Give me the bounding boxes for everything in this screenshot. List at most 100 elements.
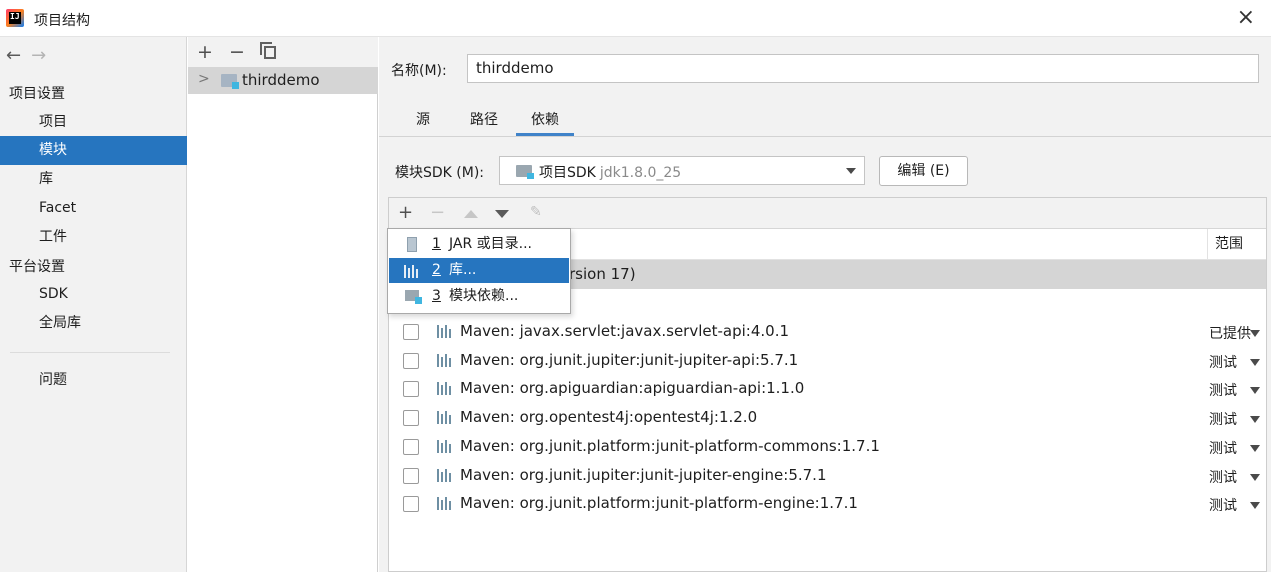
nav-item-sdks[interactable]: SDK <box>0 280 187 309</box>
sdk-folder-icon <box>516 165 534 179</box>
dependency-name: Maven: org.junit.jupiter:junit-jupiter-a… <box>460 350 799 369</box>
module-icon <box>405 290 422 304</box>
edit-sdk-button[interactable]: 编辑 (E) <box>879 156 968 186</box>
dependency-name: Maven: org.opentest4j:opentest4j:1.2.0 <box>460 408 758 427</box>
table-row[interactable]: Maven: org.junit.platform:junit-platform… <box>389 490 1266 518</box>
copy-icon[interactable] <box>260 42 276 59</box>
dependency-name: Maven: org.apiguardian:apiguardian-api:1… <box>460 379 805 398</box>
module-sdk-dropdown[interactable]: 项目SDK jdk1.8.0_25 <box>499 156 865 185</box>
nav-item-global-libraries[interactable]: 全局库 <box>0 309 187 338</box>
table-row[interactable]: Maven: org.junit.jupiter:junit-jupiter-a… <box>389 347 1266 375</box>
chevron-down-icon[interactable] <box>1250 387 1260 395</box>
library-icon <box>437 468 453 482</box>
chevron-down-icon[interactable] <box>1250 330 1260 337</box>
forward-arrow-icon[interactable]: → <box>31 45 46 66</box>
nav-item-facets[interactable]: Facet <box>0 194 187 223</box>
chevron-down-icon[interactable] <box>1250 416 1260 424</box>
name-label: 名称(M): <box>391 63 447 79</box>
nav-item-libraries[interactable]: 库 <box>0 165 187 194</box>
library-icon <box>404 264 420 278</box>
dependency-name: Maven: javax.servlet:javax.servlet-api:4… <box>460 322 790 340</box>
dependency-scope[interactable]: 已提供 <box>1209 323 1251 343</box>
close-icon[interactable]: × <box>1237 6 1255 30</box>
dependency-name: Maven: org.junit.platform:junit-platform… <box>460 494 858 513</box>
nav-section-platform-settings: 平台设置 <box>9 259 65 275</box>
export-checkbox[interactable] <box>403 324 419 340</box>
library-icon <box>437 353 453 367</box>
table-row[interactable]: Maven: org.junit.platform:junit-platform… <box>389 433 1266 461</box>
dependency-scope[interactable]: 测试 <box>1209 467 1237 487</box>
dependency-scope[interactable]: 测试 <box>1209 380 1237 400</box>
module-sdk-label: 模块SDK (M): <box>395 165 485 181</box>
module-tree-item[interactable]: > thirddemo <box>188 67 378 94</box>
chevron-down-icon[interactable] <box>1250 502 1260 510</box>
dependency-scope[interactable]: 测试 <box>1209 409 1237 429</box>
module-name-input[interactable]: thirddemo <box>467 54 1259 83</box>
popup-item-number: 2 <box>432 262 441 278</box>
add-dependency-icon[interactable]: + <box>398 202 413 224</box>
remove-icon[interactable]: − <box>229 41 245 63</box>
table-row[interactable]: Maven: org.junit.jupiter:junit-jupiter-e… <box>389 462 1266 490</box>
nav-item-modules[interactable]: 模块 <box>0 136 187 165</box>
library-icon <box>437 410 453 425</box>
dependency-scope[interactable]: 测试 <box>1209 438 1237 458</box>
popup-item-label: JAR 或目录... <box>449 236 532 252</box>
move-down-icon[interactable] <box>495 210 509 218</box>
jar-icon <box>407 237 417 252</box>
nav-section-project-settings: 项目设置 <box>9 86 65 102</box>
nav-item-problems[interactable]: 问题 <box>0 366 187 395</box>
title-bar: IJ 项目结构 × <box>0 0 1271 37</box>
history-nav: ← → <box>6 45 46 66</box>
export-checkbox[interactable] <box>403 467 419 484</box>
table-row[interactable]: Maven: javax.servlet:javax.servlet-api:4… <box>389 318 1266 346</box>
library-icon <box>437 324 453 338</box>
popup-item-module-dependency[interactable]: 3 模块依赖... <box>389 284 569 309</box>
add-icon[interactable]: + <box>197 41 213 63</box>
settings-nav: ← → 项目设置 项目 模块 库 Facet 工件 平台设置 SDK 全局库 问题 <box>0 37 187 572</box>
export-checkbox[interactable] <box>403 438 419 455</box>
chevron-right-icon[interactable]: > <box>198 71 210 87</box>
add-dependency-popup: 1 JAR 或目录... 2 库... 3 模块依赖... <box>387 228 571 314</box>
nav-item-artifacts[interactable]: 工件 <box>0 223 187 252</box>
dependency-name: Maven: org.junit.platform:junit-platform… <box>460 436 880 455</box>
tab-dependencies[interactable]: 依赖 <box>516 110 574 136</box>
export-checkbox[interactable] <box>403 410 419 427</box>
tab-paths[interactable]: 路径 <box>470 110 498 136</box>
export-checkbox[interactable] <box>403 496 419 513</box>
library-icon <box>437 496 453 511</box>
module-tree-panel: + − > thirddemo <box>188 37 378 572</box>
popup-item-number: 3 <box>432 288 441 304</box>
window-title: 项目结构 <box>34 13 90 29</box>
tab-sources[interactable]: 源 <box>416 110 430 136</box>
export-checkbox[interactable] <box>403 381 419 398</box>
popup-item-jar[interactable]: 1 JAR 或目录... <box>389 232 569 257</box>
popup-item-library[interactable]: 2 库... <box>389 258 569 283</box>
chevron-down-icon[interactable] <box>1250 358 1260 366</box>
chevron-down-icon[interactable] <box>1250 444 1260 452</box>
module-tree-toolbar: + − <box>188 37 378 67</box>
back-arrow-icon[interactable]: ← <box>6 45 21 66</box>
move-up-icon[interactable] <box>464 210 478 218</box>
dependency-name: Maven: org.junit.jupiter:junit-jupiter-e… <box>460 465 827 484</box>
sdk-version: jdk1.8.0_25 <box>599 165 682 181</box>
intellij-app-icon: IJ <box>6 9 24 27</box>
scope-column-header[interactable]: 范围 <box>1207 229 1266 260</box>
dependency-scope[interactable]: 测试 <box>1209 495 1237 515</box>
table-row[interactable]: Maven: org.apiguardian:apiguardian-api:1… <box>389 375 1266 403</box>
nav-item-project[interactable]: 项目 <box>0 108 187 137</box>
library-icon <box>437 439 453 453</box>
table-row[interactable]: Maven: org.opentest4j:opentest4j:1.2.0 测试 <box>389 404 1266 432</box>
dependencies-toolbar: + − ✎ <box>389 198 1266 229</box>
remove-dependency-icon[interactable]: − <box>430 202 445 224</box>
popup-item-number: 1 <box>432 236 441 252</box>
sdk-row-text: rsion 17) <box>569 265 636 283</box>
edit-pencil-icon[interactable]: ✎ <box>530 205 544 219</box>
chevron-down-icon[interactable] <box>1250 473 1260 481</box>
export-checkbox[interactable] <box>403 352 419 369</box>
module-folder-icon <box>221 74 239 89</box>
sdk-value: 项目SDK jdk1.8.0_25 <box>539 162 681 182</box>
popup-item-label: 模块依赖... <box>449 288 519 304</box>
chevron-down-icon[interactable] <box>846 168 856 174</box>
sdk-name: 项目SDK <box>539 165 596 181</box>
dependency-scope[interactable]: 测试 <box>1209 352 1237 372</box>
